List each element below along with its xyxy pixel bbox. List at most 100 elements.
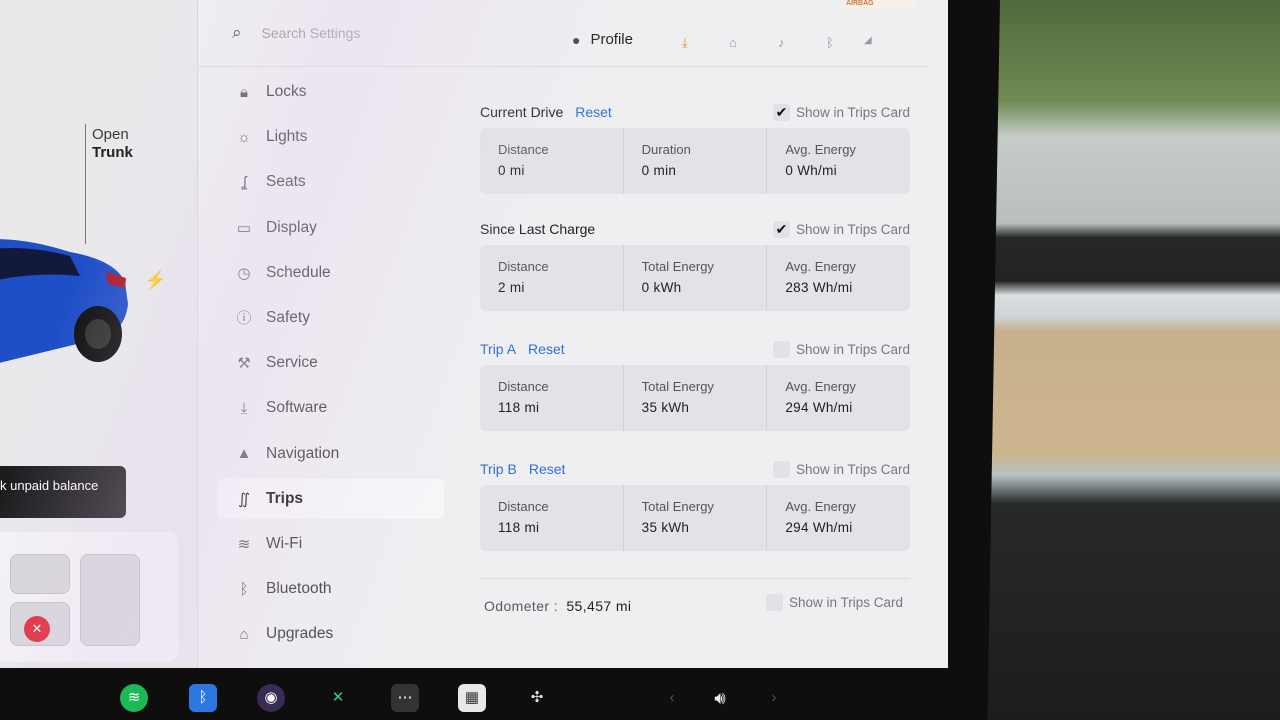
reset-button[interactable]: Reset bbox=[575, 104, 612, 120]
nav-item-label: Trips bbox=[266, 489, 304, 507]
odometer-separator: : bbox=[553, 598, 559, 614]
fan-icon[interactable]: ✣ bbox=[523, 684, 551, 712]
checkbox-empty[interactable] bbox=[772, 341, 790, 358]
stat-cell: Distance 0 mi bbox=[480, 128, 624, 194]
stat-cell: Avg. Energy 294 Wh/mi bbox=[767, 365, 910, 431]
nav-item-label: Service bbox=[266, 354, 318, 372]
car-visualization-panel: Open Trunk ⚡ k unpaid balance ✕ bbox=[0, 0, 198, 668]
nav-item-locks[interactable]: 🔒︎ Locks bbox=[218, 72, 444, 112]
bell-icon[interactable]: ♪ bbox=[778, 35, 785, 50]
search-bar[interactable]: ⌕ bbox=[232, 20, 542, 46]
trip-stats-card: Distance 118 mi Total Energy 35 kWh Avg. E… bbox=[480, 485, 910, 551]
nav-item-wifi[interactable]: ≋ Wi-Fi bbox=[218, 524, 444, 564]
stat-cell: Avg. Energy 0 Wh/mi bbox=[767, 128, 910, 194]
trunk-indicator-line bbox=[85, 124, 86, 244]
nav-item-schedule[interactable]: ◷ Schedule bbox=[218, 253, 444, 293]
stat-label: Avg. Energy bbox=[785, 142, 856, 157]
show-in-trips-card-toggle[interactable]: ✔ Show in Trips Card bbox=[772, 221, 910, 238]
nav-item-navigation[interactable]: ▲ Navigation bbox=[218, 434, 444, 474]
stat-label: Distance bbox=[498, 142, 549, 157]
bluetooth-icon[interactable]: ᛒ bbox=[826, 35, 834, 50]
show-in-trips-card-label: Show in Trips Card bbox=[795, 222, 910, 237]
download-icon[interactable]: ⤓ bbox=[682, 35, 688, 51]
show-in-trips-card-label: Show in Trips Card bbox=[795, 342, 910, 357]
stat-value: 118 mi bbox=[498, 400, 540, 415]
stat-value: 0 kWh bbox=[641, 280, 682, 295]
show-in-trips-card-label: Show in Trips Card bbox=[789, 595, 904, 610]
stat-label: Total Energy bbox=[641, 379, 714, 394]
homelink-icon[interactable]: ⌂ bbox=[729, 35, 737, 50]
reset-button[interactable]: Reset bbox=[529, 461, 566, 477]
current-drive-section: Current Drive Reset ✔ Show in Trips Card … bbox=[480, 100, 910, 217]
unpaid-balance-notice[interactable]: k unpaid balance bbox=[0, 466, 126, 518]
stat-label: Distance bbox=[498, 379, 549, 394]
checkbox-empty[interactable] bbox=[766, 594, 783, 611]
nav-item-bluetooth[interactable]: ᛒ Bluetooth bbox=[218, 569, 444, 609]
profile-label: Profile bbox=[590, 31, 633, 48]
checkbox-empty[interactable] bbox=[772, 461, 790, 478]
more-icon[interactable]: ⋯ bbox=[391, 684, 419, 712]
show-in-trips-card-toggle[interactable]: ✔ Show in Trips Card bbox=[772, 104, 910, 121]
stat-value: 283 Wh/mi bbox=[785, 280, 853, 295]
trips-panel: Current Drive Reset ✔ Show in Trips Card … bbox=[480, 100, 910, 557]
nav-item-service[interactable]: ⚒ Service bbox=[218, 343, 444, 383]
reset-button[interactable]: Reset bbox=[528, 341, 565, 357]
charge-bolt-icon[interactable]: ⚡ bbox=[144, 270, 166, 291]
stat-value: 0 min bbox=[641, 163, 677, 178]
clock-icon: ◷ bbox=[237, 264, 251, 282]
show-in-trips-card-toggle[interactable]: Show in Trips Card bbox=[772, 341, 910, 358]
stat-label: Avg. Energy bbox=[785, 499, 856, 514]
volume-icon[interactable]: 🔊︎ bbox=[706, 684, 734, 712]
nav-item-software[interactable]: ⤓ Software bbox=[218, 388, 444, 428]
stat-cell: Avg. Energy 283 Wh/mi bbox=[767, 245, 910, 311]
stat-label: Avg. Energy bbox=[785, 379, 856, 394]
calendar-icon[interactable]: ▦ bbox=[458, 684, 486, 712]
stat-label: Distance bbox=[498, 259, 549, 274]
section-header: Trip A Reset Show in Trips Card bbox=[480, 337, 910, 361]
nav-item-trips[interactable]: ∬ Trips bbox=[218, 478, 444, 519]
profile-button[interactable]: ● Profile bbox=[572, 31, 633, 48]
stat-label: Avg. Energy bbox=[785, 259, 856, 274]
bluetooth-icon[interactable]: ᛒ bbox=[189, 684, 217, 712]
section-title: Trip A bbox=[480, 341, 517, 357]
nav-item-upgrades[interactable]: ⌂ Upgrades bbox=[218, 614, 444, 654]
nav-item-label: Seats bbox=[266, 173, 306, 191]
seat-occupancy-map bbox=[0, 532, 178, 662]
nav-item-lights[interactable]: ☼ Lights bbox=[218, 117, 444, 157]
show-in-trips-card-toggle[interactable]: Show in Trips Card bbox=[766, 594, 903, 611]
person-icon: ● bbox=[572, 31, 581, 48]
stat-value: 35 kWh bbox=[641, 400, 690, 415]
car-image bbox=[0, 239, 128, 363]
search-input[interactable] bbox=[261, 25, 542, 41]
open-trunk-button[interactable]: Open Trunk bbox=[92, 126, 133, 162]
bluetooth-icon: ᛒ bbox=[239, 580, 249, 598]
trunk-label: Trunk bbox=[92, 144, 133, 161]
toybox-icon[interactable]: ✕ bbox=[324, 684, 352, 712]
show-in-trips-card-label: Show in Trips Card bbox=[795, 462, 910, 477]
nav-item-display[interactable]: ▭ Display bbox=[218, 208, 444, 248]
nav-item-label: Schedule bbox=[266, 263, 331, 281]
camera-icon[interactable]: ◉ bbox=[257, 684, 285, 712]
display-icon: ▭ bbox=[236, 219, 252, 237]
wifi-icon: ≋ bbox=[237, 535, 251, 553]
section-title: Since Last Charge bbox=[480, 221, 596, 237]
stat-cell: Avg. Energy 294 Wh/mi bbox=[767, 485, 910, 551]
trip-b-section: Trip B Reset Show in Trips Card Distance… bbox=[480, 457, 910, 557]
seat-icon: ʆ bbox=[241, 173, 247, 191]
nav-item-seats[interactable]: ʆ Seats bbox=[218, 162, 444, 202]
stat-cell: Total Energy 35 kWh bbox=[624, 365, 768, 431]
download-icon: ⤓ bbox=[240, 399, 248, 417]
trip-stats-card: Distance 2 mi Total Energy 0 kWh Avg. Ener… bbox=[480, 245, 910, 311]
since-last-charge-section: Since Last Charge ✔ Show in Trips Card Di… bbox=[480, 217, 910, 337]
checkmark-icon[interactable]: ✔ bbox=[772, 221, 790, 238]
nav-item-label: Wi-Fi bbox=[266, 534, 303, 552]
show-in-trips-card-toggle[interactable]: Show in Trips Card bbox=[772, 461, 910, 478]
stat-value: 2 mi bbox=[498, 280, 525, 295]
chevron-right-icon[interactable]: › bbox=[760, 684, 788, 712]
chevron-left-icon[interactable]: ‹ bbox=[658, 684, 686, 712]
checkmark-icon[interactable]: ✔ bbox=[772, 104, 790, 121]
nav-item-safety[interactable]: ⓘ Safety bbox=[218, 298, 444, 338]
spotify-icon[interactable]: ≋ bbox=[120, 684, 148, 712]
odometer-value: 55,457 mi bbox=[566, 598, 632, 614]
car-interior-background bbox=[960, 0, 1280, 720]
